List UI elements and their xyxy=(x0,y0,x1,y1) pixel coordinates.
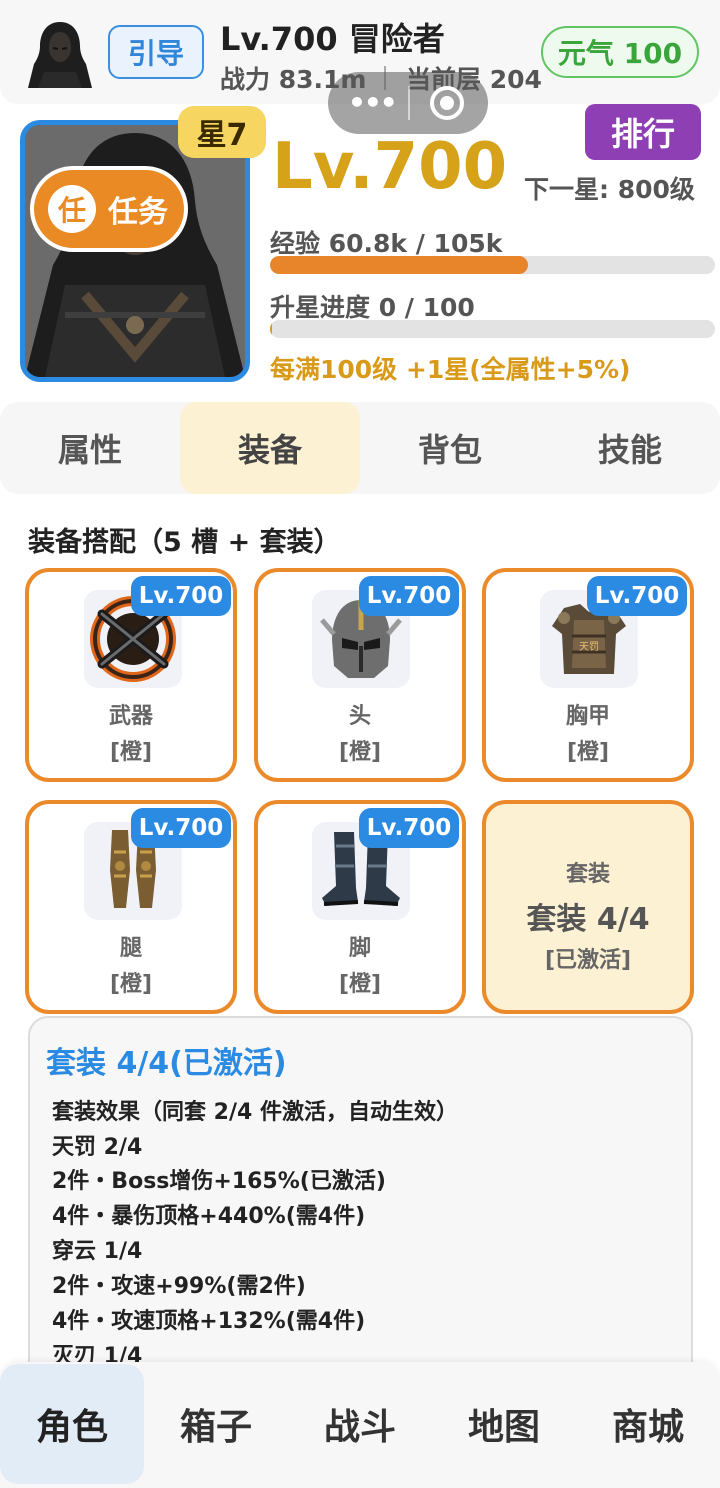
level-badge: Lv.700 xyxy=(131,808,231,848)
star-progress-label: 升星进度 0 / 100 xyxy=(270,293,475,322)
slot-quality: [橙] xyxy=(338,740,382,765)
nav-character[interactable]: 角色 xyxy=(0,1364,144,1484)
set-line: 2件・攻速+99%(需2件) xyxy=(52,1274,306,1299)
star-badge: 星7 xyxy=(178,106,266,158)
tab-equipment[interactable]: 装备 xyxy=(180,402,360,494)
slot-quality: [橙] xyxy=(109,740,153,765)
exp-progress-bar xyxy=(270,256,715,274)
guide-button[interactable]: 引导 xyxy=(108,25,204,79)
set-line: 套装效果（同套 2/4 件激活，自动生效） xyxy=(52,1100,458,1125)
equipment-section-title: 装备搭配（5 槽 + 套装） xyxy=(28,527,341,558)
task-button[interactable]: 任 任务 xyxy=(30,166,188,252)
set-line: 穿云 1/4 xyxy=(52,1239,143,1264)
level-badge: Lv.700 xyxy=(359,576,459,616)
slot-name: 脚 xyxy=(348,936,371,961)
player-avatar[interactable] xyxy=(24,18,96,90)
set-panel-title: 套装 4/4(已激活) xyxy=(46,1046,287,1081)
tab-attributes[interactable]: 属性 xyxy=(0,402,180,494)
slot-name: 武器 xyxy=(108,704,153,729)
star-progress-bar xyxy=(270,320,715,338)
next-star-text: 下一星: 800级 xyxy=(524,175,695,204)
chest-emblem-text: 天罚 xyxy=(579,641,599,653)
task-label: 任务 xyxy=(108,195,168,230)
tab-backpack[interactable]: 背包 xyxy=(360,402,540,494)
slot-quality: [橙] xyxy=(566,740,610,765)
set-card-count: 套装 4/4 xyxy=(526,902,650,937)
rank-button[interactable]: 排行 xyxy=(585,104,701,160)
level-badge: Lv.700 xyxy=(359,808,459,848)
star-rule-text: 每满100级 +1星(全属性+5%) xyxy=(270,355,631,384)
level-badge: Lv.700 xyxy=(587,576,687,616)
exp-progress-fill xyxy=(270,256,528,274)
set-card-status: [已激活] xyxy=(544,948,632,973)
tab-skills[interactable]: 技能 xyxy=(540,402,720,494)
nav-map[interactable]: 地图 xyxy=(432,1364,576,1484)
hero-level: Lv.700 xyxy=(272,130,508,204)
energy-badge[interactable]: 元气 100 xyxy=(541,26,699,78)
slot-quality: [橙] xyxy=(109,972,153,997)
set-line: 天罚 2/4 xyxy=(52,1135,143,1160)
nav-chest[interactable]: 箱子 xyxy=(144,1364,288,1484)
slot-name: 胸甲 xyxy=(565,704,610,729)
set-line: 4件・攻速顶格+132%(需4件) xyxy=(52,1309,366,1334)
set-line: 2件・Boss增伤+165%(已激活) xyxy=(52,1169,386,1194)
level-badge: Lv.700 xyxy=(131,576,231,616)
target-circle-dot xyxy=(440,96,454,110)
set-line: 4件・暴伤顶格+440%(需4件) xyxy=(52,1204,366,1229)
slot-quality: [橙] xyxy=(338,972,382,997)
slot-name: 腿 xyxy=(119,936,142,961)
nav-battle[interactable]: 战斗 xyxy=(288,1364,432,1484)
nav-shop[interactable]: 商城 xyxy=(576,1364,720,1484)
more-dots-icon[interactable]: ••• xyxy=(348,84,398,122)
set-card-label: 套装 xyxy=(565,862,610,887)
exp-label: 经验 60.8k / 105k xyxy=(270,229,503,258)
task-icon: 任 xyxy=(48,185,96,233)
player-title: Lv.700 冒险者 xyxy=(220,20,445,58)
capsule-divider xyxy=(408,86,410,120)
slot-name: 头 xyxy=(348,704,371,729)
